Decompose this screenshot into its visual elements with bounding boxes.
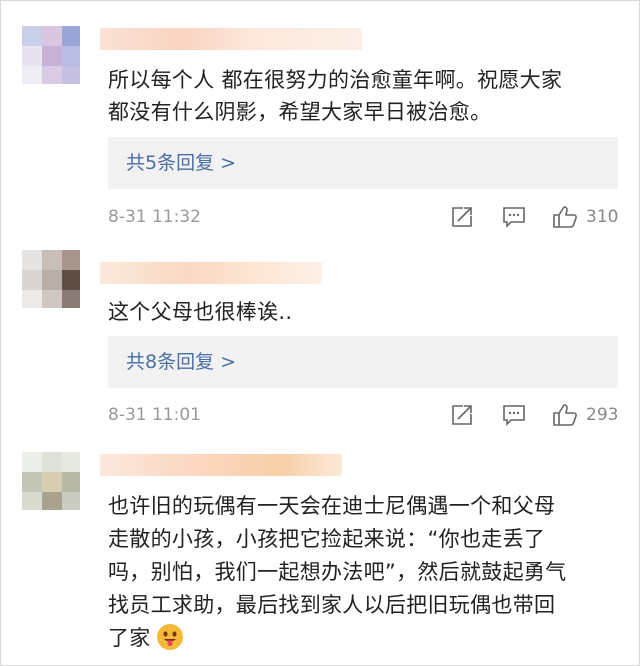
view-replies-button[interactable]: 共8条回复 > [108,336,618,388]
comment-text: 也许旧的玩偶有一天会在迪士尼偶遇一个和父母 走散的小孩，小孩把它捡起来说：“你也… [108,490,618,655]
comment-text-line: 找员工求助，最后找到家人以后把旧玩偶也带回 [108,593,556,617]
comment-time: 8-31 11:01 [108,405,201,425]
avatar[interactable] [22,452,80,510]
comment-icon[interactable] [502,403,526,427]
comment-meta-bar: 8-31 11:32 310 [108,204,620,230]
username-blurred[interactable] [100,454,342,476]
comment-item: 这个父母也很棒诶.. 共8条回复 > 8-31 11:01 293 [0,240,640,440]
avatar[interactable] [22,26,80,84]
comment-item: 也许旧的玩偶有一天会在迪士尼偶遇一个和父母 走散的小孩，小孩把它捡起来说：“你也… [0,440,640,666]
thumbs-up-icon[interactable] [552,205,578,229]
comment-text-line: 都没有什么阴影，希望大家早日被治愈。 [108,100,492,124]
share-icon[interactable] [450,205,474,229]
tongue-out-emoji-icon [156,624,183,650]
like-count: 293 [586,405,619,425]
comment-text-line: 走散的小孩，小孩把它捡起来说：“你也走丢了 [108,527,546,551]
like-count: 310 [586,207,619,227]
view-replies-button[interactable]: 共5条回复 > [108,137,618,189]
username-blurred[interactable] [100,262,322,284]
comment-text-line: 了家 [108,622,618,655]
thumbs-up-icon[interactable] [552,403,578,427]
comment-text-fragment: 了家 [108,626,151,650]
share-icon[interactable] [450,403,474,427]
avatar[interactable] [22,250,80,308]
comment-text-line: 吗，别怕，我们一起想办法吧”，然后就鼓起勇气 [108,560,567,584]
comment-text-line: 这个父母也很棒诶.. [108,300,293,324]
comment-text-line: 所以每个人 都在很努力的治愈童年啊。祝愿大家 [108,68,563,92]
comment-text-line: 也许旧的玩偶有一天会在迪士尼偶遇一个和父母 [108,494,556,518]
username-blurred[interactable] [100,28,362,50]
comment-text: 所以每个人 都在很努力的治愈童年啊。祝愿大家 都没有什么阴影，希望大家早日被治愈… [108,64,618,128]
comment-text: 这个父母也很棒诶.. [108,296,618,328]
comment-icon[interactable] [502,205,526,229]
comment-time: 8-31 11:32 [108,207,201,227]
comment-meta-bar: 8-31 11:01 293 [108,402,620,428]
comment-item: 所以每个人 都在很努力的治愈童年啊。祝愿大家 都没有什么阴影，希望大家早日被治愈… [0,0,640,240]
